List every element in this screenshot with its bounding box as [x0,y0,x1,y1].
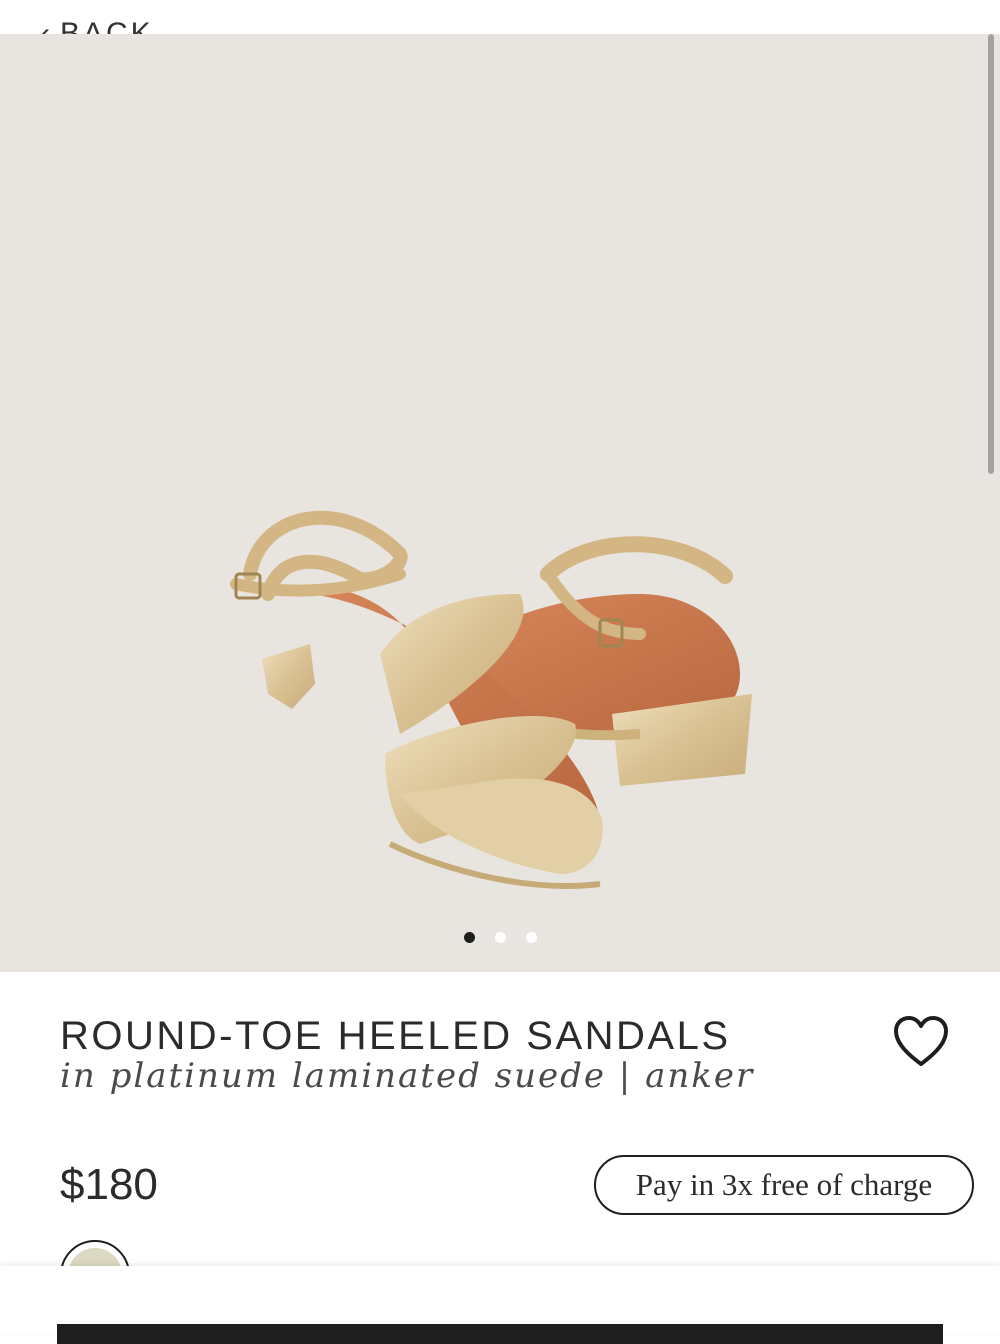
chevron-left-icon: ‹ [40,17,50,35]
pay-in-installments-button[interactable]: Pay in 3x free of charge [594,1155,974,1215]
bottom-action-sheet [0,1266,1000,1344]
product-title: ROUND-TOE HEELED SANDALS [60,1014,731,1058]
back-label: BACK [60,17,154,34]
gallery-dot-1[interactable] [463,932,475,943]
heart-outline-icon [894,1016,948,1066]
back-button[interactable]: ‹ BACK [40,14,154,34]
scrollbar[interactable] [988,34,994,474]
gallery-dot-3[interactable] [525,932,537,943]
top-bar: ‹ BACK [0,0,1000,34]
gallery-dot-2[interactable] [494,932,506,943]
sandals-image [230,510,752,889]
add-to-cart-button[interactable] [57,1324,943,1344]
product-subtitle: in platinum laminated suede | anker [60,1056,755,1096]
product-price: $180 [60,1160,158,1209]
gallery-pagination [0,932,1000,946]
product-image-gallery[interactable] [0,34,1000,972]
wishlist-button[interactable] [892,1014,950,1068]
